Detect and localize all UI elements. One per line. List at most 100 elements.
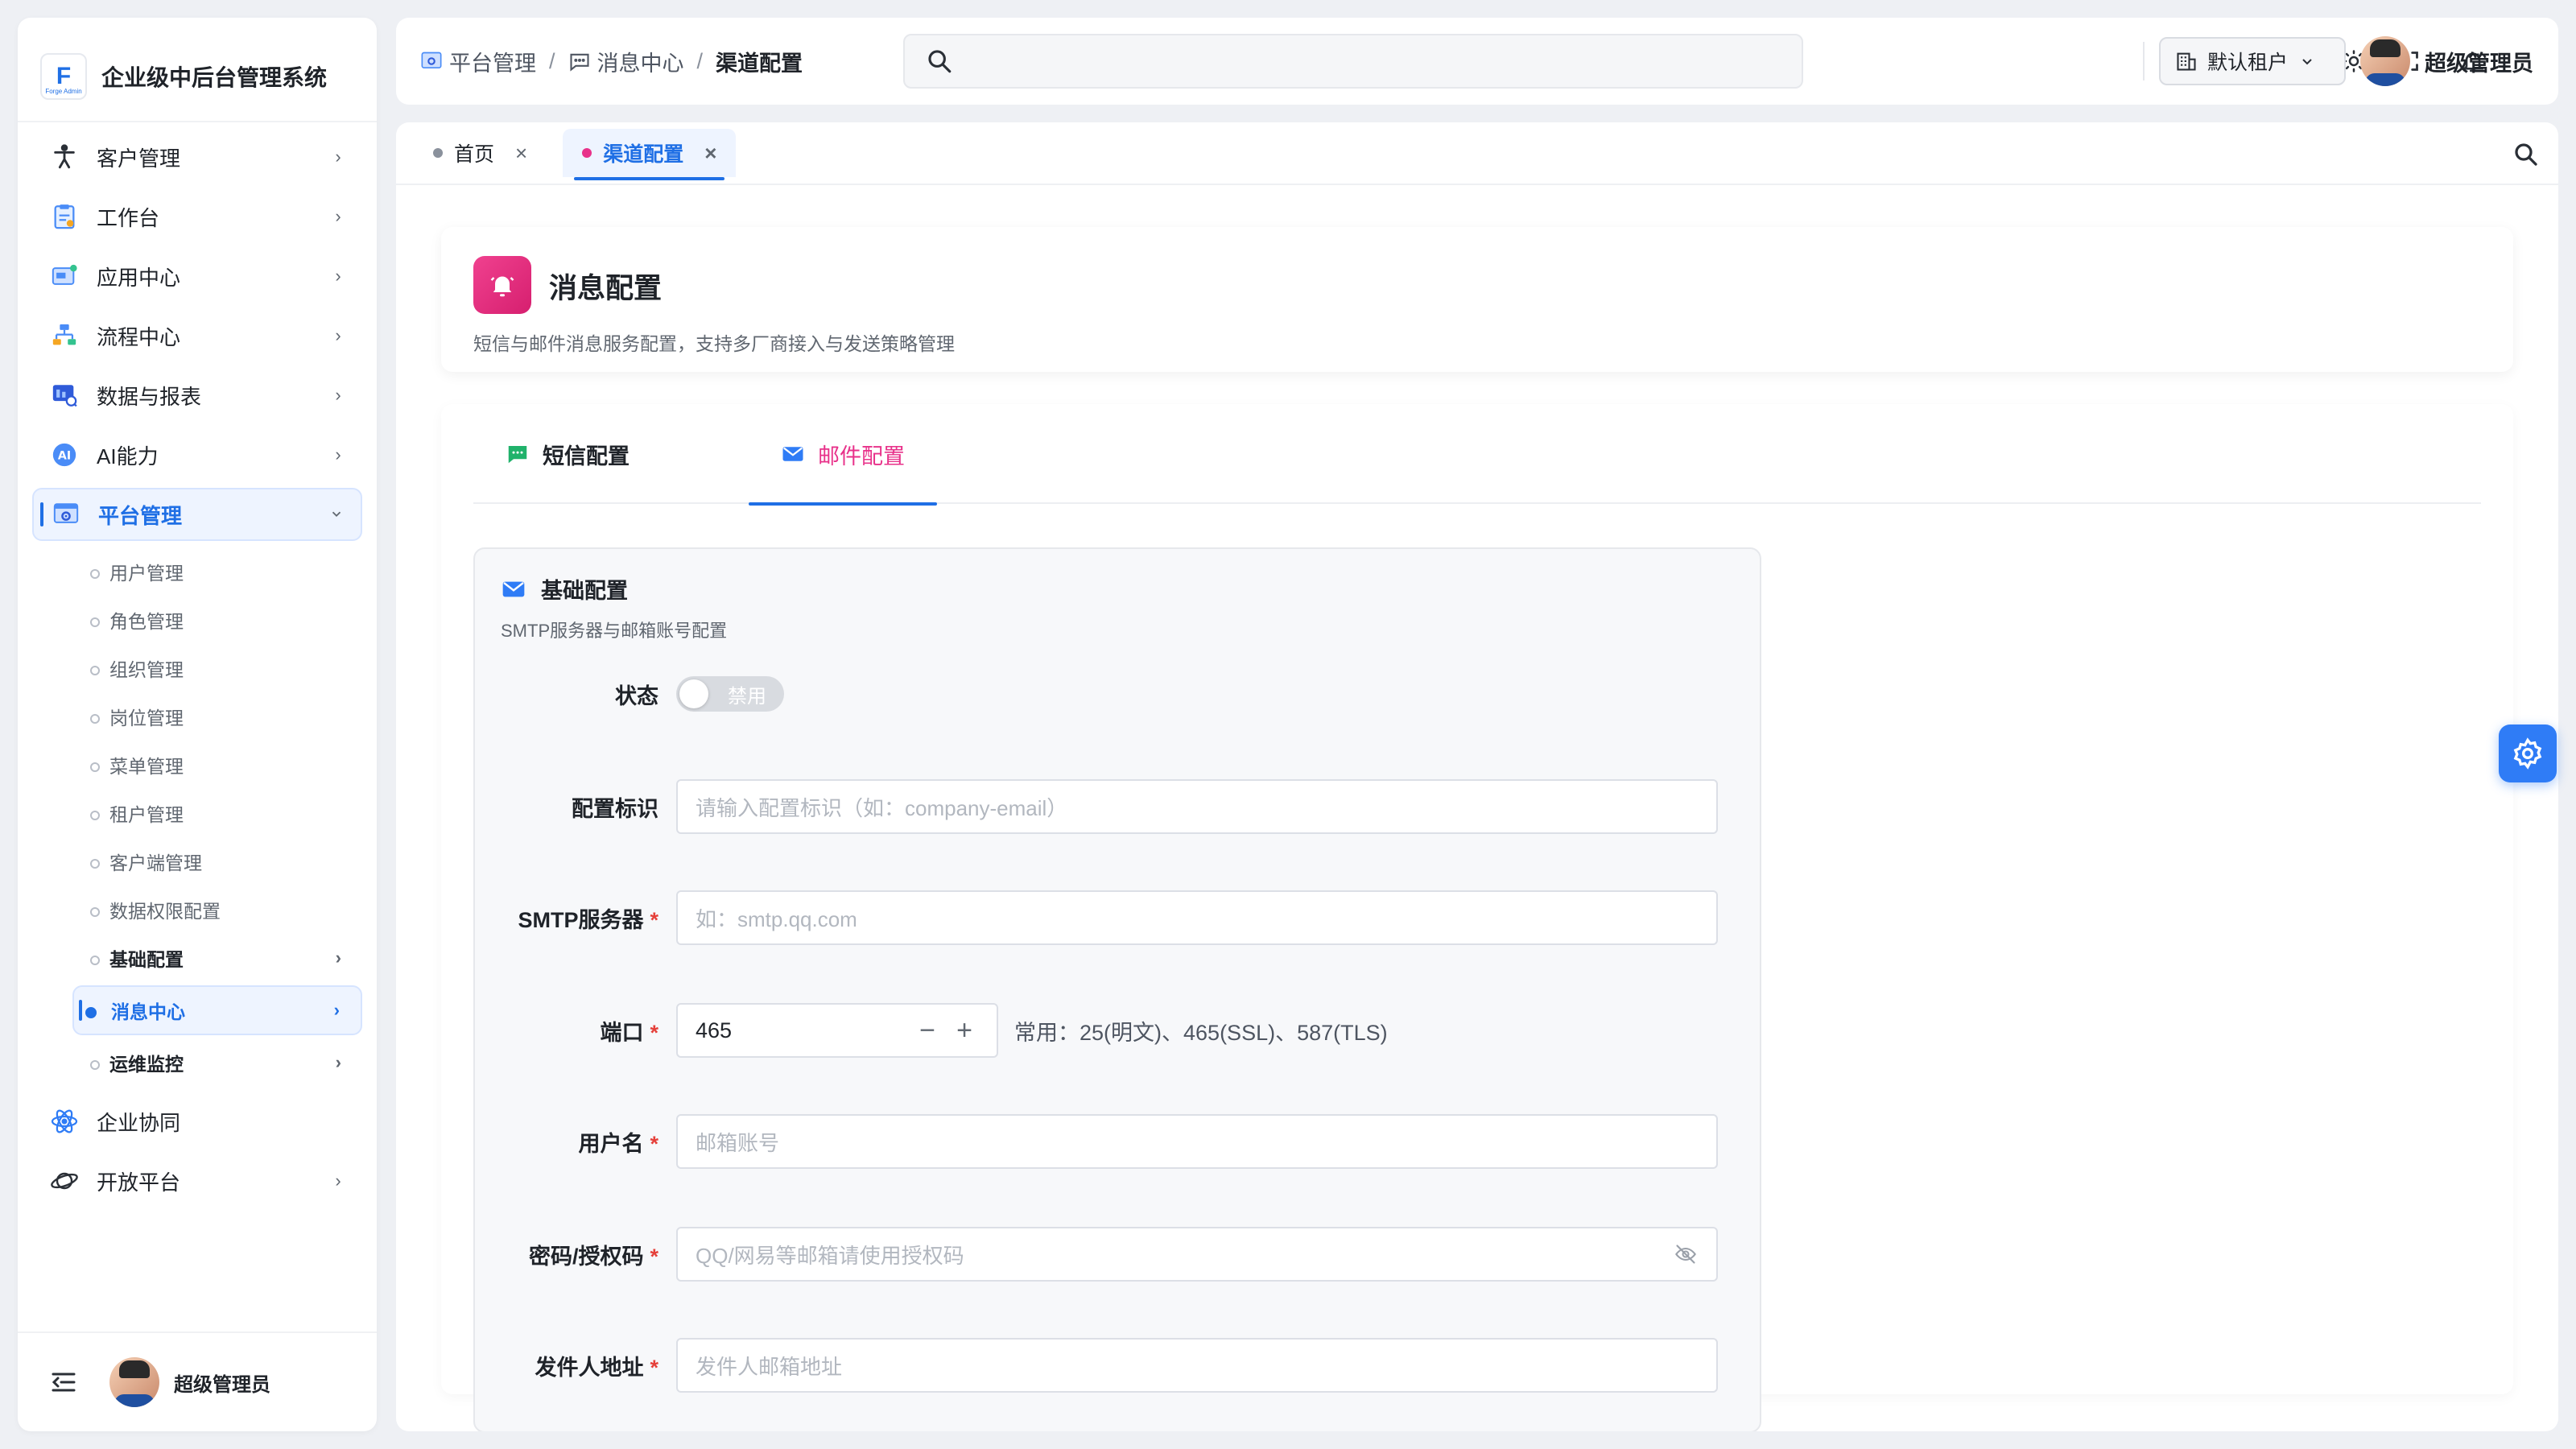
chevron-right-icon: ›: [335, 147, 341, 167]
mail-icon: [502, 581, 525, 597]
toggle-knob: [679, 679, 708, 708]
sidebar-item-app-center[interactable]: 应用中心 ›: [32, 250, 362, 303]
field-label: 用户名 *: [475, 1126, 676, 1158]
sidebar-item-label: 平台管理: [98, 503, 183, 528]
sidebar-item-menus[interactable]: 菜单管理: [89, 741, 362, 789]
sidebar-item-reports[interactable]: 数据与报表 ›: [32, 369, 362, 422]
username-input[interactable]: 邮箱账号: [676, 1114, 1718, 1169]
sidebar-item-customers[interactable]: 客户管理 ›: [32, 130, 362, 184]
search-icon[interactable]: [2512, 140, 2541, 169]
sidebar-item-label: 工作台: [97, 205, 160, 230]
port-stepper[interactable]: 465 − +: [676, 1003, 998, 1058]
avatar: [2360, 36, 2410, 86]
config-id-row: 配置标识 请输入配置标识（如：company-email）: [475, 779, 1763, 834]
chevron-down-icon: [328, 506, 345, 522]
sidebar-item-users[interactable]: 用户管理: [89, 547, 362, 596]
tab-email-config[interactable]: 邮件配置: [749, 404, 937, 506]
sidebar-item-data-permission[interactable]: 数据权限配置: [89, 886, 362, 934]
building-icon: [2177, 52, 2196, 71]
sidebar-item-label: 企业协同: [97, 1110, 181, 1135]
plus-icon[interactable]: +: [952, 1017, 977, 1044]
tab-label: 短信配置: [543, 444, 630, 469]
field-label: 状态: [475, 679, 676, 710]
placeholder: QQ/网易等邮箱请使用授权码: [696, 1243, 964, 1268]
tab-sms-config[interactable]: 短信配置: [506, 404, 630, 504]
username-row: 用户名 * 邮箱账号: [475, 1114, 1763, 1169]
status-row: 状态 禁用: [475, 667, 1763, 721]
sidebar-item-workbench[interactable]: 工作台 ›: [32, 190, 362, 243]
menu-collapse-icon[interactable]: [50, 1370, 77, 1394]
sidebar-item-tenants[interactable]: 租户管理: [89, 789, 362, 837]
svg-text:AI: AI: [58, 450, 71, 463]
status-toggle[interactable]: 禁用: [676, 676, 784, 712]
user-menu[interactable]: 超级管理员: [2360, 35, 2533, 87]
tenant-label: 默认租户: [2207, 52, 2289, 74]
close-icon[interactable]: ×: [515, 141, 527, 166]
field-label: 配置标识: [475, 791, 676, 823]
field-label: SMTP服务器 *: [475, 902, 676, 934]
tab-dot: [433, 148, 443, 158]
sidebar-item-label: AI能力: [97, 444, 159, 469]
platform-submenu: 用户管理 角色管理 组织管理 岗位管理 菜单管理 租户管理 客户端管理 数据权限…: [72, 547, 362, 1087]
breadcrumb-separator: /: [696, 48, 704, 73]
chevron-right-icon: ›: [335, 385, 341, 405]
breadcrumb: 平台管理 / 消息中心 / 渠道配置: [420, 18, 803, 105]
sidebar-item-label: 开放平台: [97, 1170, 181, 1195]
password-input[interactable]: QQ/网易等邮箱请使用授权码: [676, 1227, 1718, 1282]
port-value: 465: [696, 1018, 733, 1042]
field-label: 端口 *: [475, 1015, 676, 1046]
sidebar-item-posts[interactable]: 岗位管理: [89, 692, 362, 741]
field-label: 密码/授权码 *: [475, 1239, 676, 1270]
minus-icon[interactable]: −: [914, 1017, 940, 1044]
tab-dot: [582, 148, 592, 158]
close-icon[interactable]: ×: [704, 141, 716, 166]
breadcrumb-item[interactable]: 消息中心: [568, 46, 684, 77]
sender-input[interactable]: 发件人邮箱地址: [676, 1338, 1718, 1393]
workflow-icon: [48, 320, 80, 352]
brand[interactable]: F Forge Admin 企业级中后台管理系统: [40, 40, 327, 113]
config-id-input[interactable]: 请输入配置标识（如：company-email）: [676, 779, 1718, 834]
sidebar-item-platform[interactable]: 平台管理: [32, 488, 362, 541]
sidebar-item-orgs[interactable]: 组织管理: [89, 644, 362, 692]
settings-gear-button[interactable]: [2499, 724, 2557, 782]
sidebar-item-ai[interactable]: AI AI能力 ›: [32, 428, 362, 481]
sidebar-item-label: 组织管理: [109, 659, 184, 680]
required-mark: *: [650, 1131, 658, 1156]
sidebar-item-basic-config[interactable]: 基础配置 ›: [89, 934, 362, 982]
placeholder: 邮箱账号: [696, 1130, 780, 1155]
search-input[interactable]: [903, 34, 1803, 89]
smtp-server-input[interactable]: 如：smtp.qq.com: [676, 890, 1718, 945]
port-row: 端口 * 465 − + 常用：25(明文)、465(SSL)、587(TLS): [475, 1003, 1763, 1058]
platform-icon: [421, 52, 442, 68]
required-mark: *: [650, 907, 658, 932]
sidebar-item-message-center[interactable]: 消息中心 ›: [72, 985, 362, 1035]
config-tabs: 短信配置 邮件配置: [473, 404, 2481, 506]
sidebar-item-open-platform[interactable]: 开放平台 ›: [32, 1154, 362, 1208]
sidebar-item-clients[interactable]: 客户端管理: [89, 837, 362, 886]
eye-off-icon[interactable]: [1673, 1243, 1699, 1265]
breadcrumb-item[interactable]: 平台管理: [420, 46, 536, 77]
tab-label: 渠道配置: [603, 143, 684, 166]
header-username: 超级管理员: [2425, 51, 2533, 76]
tab-home[interactable]: 首页 ×: [414, 129, 547, 177]
sidebar-item-roles[interactable]: 角色管理: [89, 596, 362, 644]
page-description: 短信与邮件消息服务配置，支持多厂商接入与发送策略管理: [473, 333, 955, 354]
section-title-label: 基础配置: [541, 579, 628, 603]
label-text: 状态: [615, 683, 658, 708]
sidebar-item-collaboration[interactable]: 企业协同: [32, 1095, 362, 1148]
logo-letter: F: [56, 63, 72, 89]
chevron-right-icon: ›: [335, 1052, 341, 1072]
tab-label: 首页: [454, 143, 495, 166]
platform-icon: [50, 498, 82, 530]
sidebar-item-label: 客户端管理: [109, 852, 202, 873]
tenant-select[interactable]: 默认租户: [2159, 37, 2346, 85]
sidebar-item-ops-monitor[interactable]: 运维监控 ›: [89, 1038, 362, 1087]
avatar[interactable]: [109, 1357, 159, 1407]
message-icon: [569, 53, 589, 72]
logo-caption: Forge Admin: [45, 88, 82, 95]
sidebar-item-workflow[interactable]: 流程中心 ›: [32, 309, 362, 362]
required-mark: *: [650, 1020, 658, 1045]
tab-channel-config[interactable]: 渠道配置 ×: [563, 129, 737, 180]
label-text: 发件人地址: [535, 1355, 644, 1380]
gear-icon: [2513, 737, 2542, 770]
